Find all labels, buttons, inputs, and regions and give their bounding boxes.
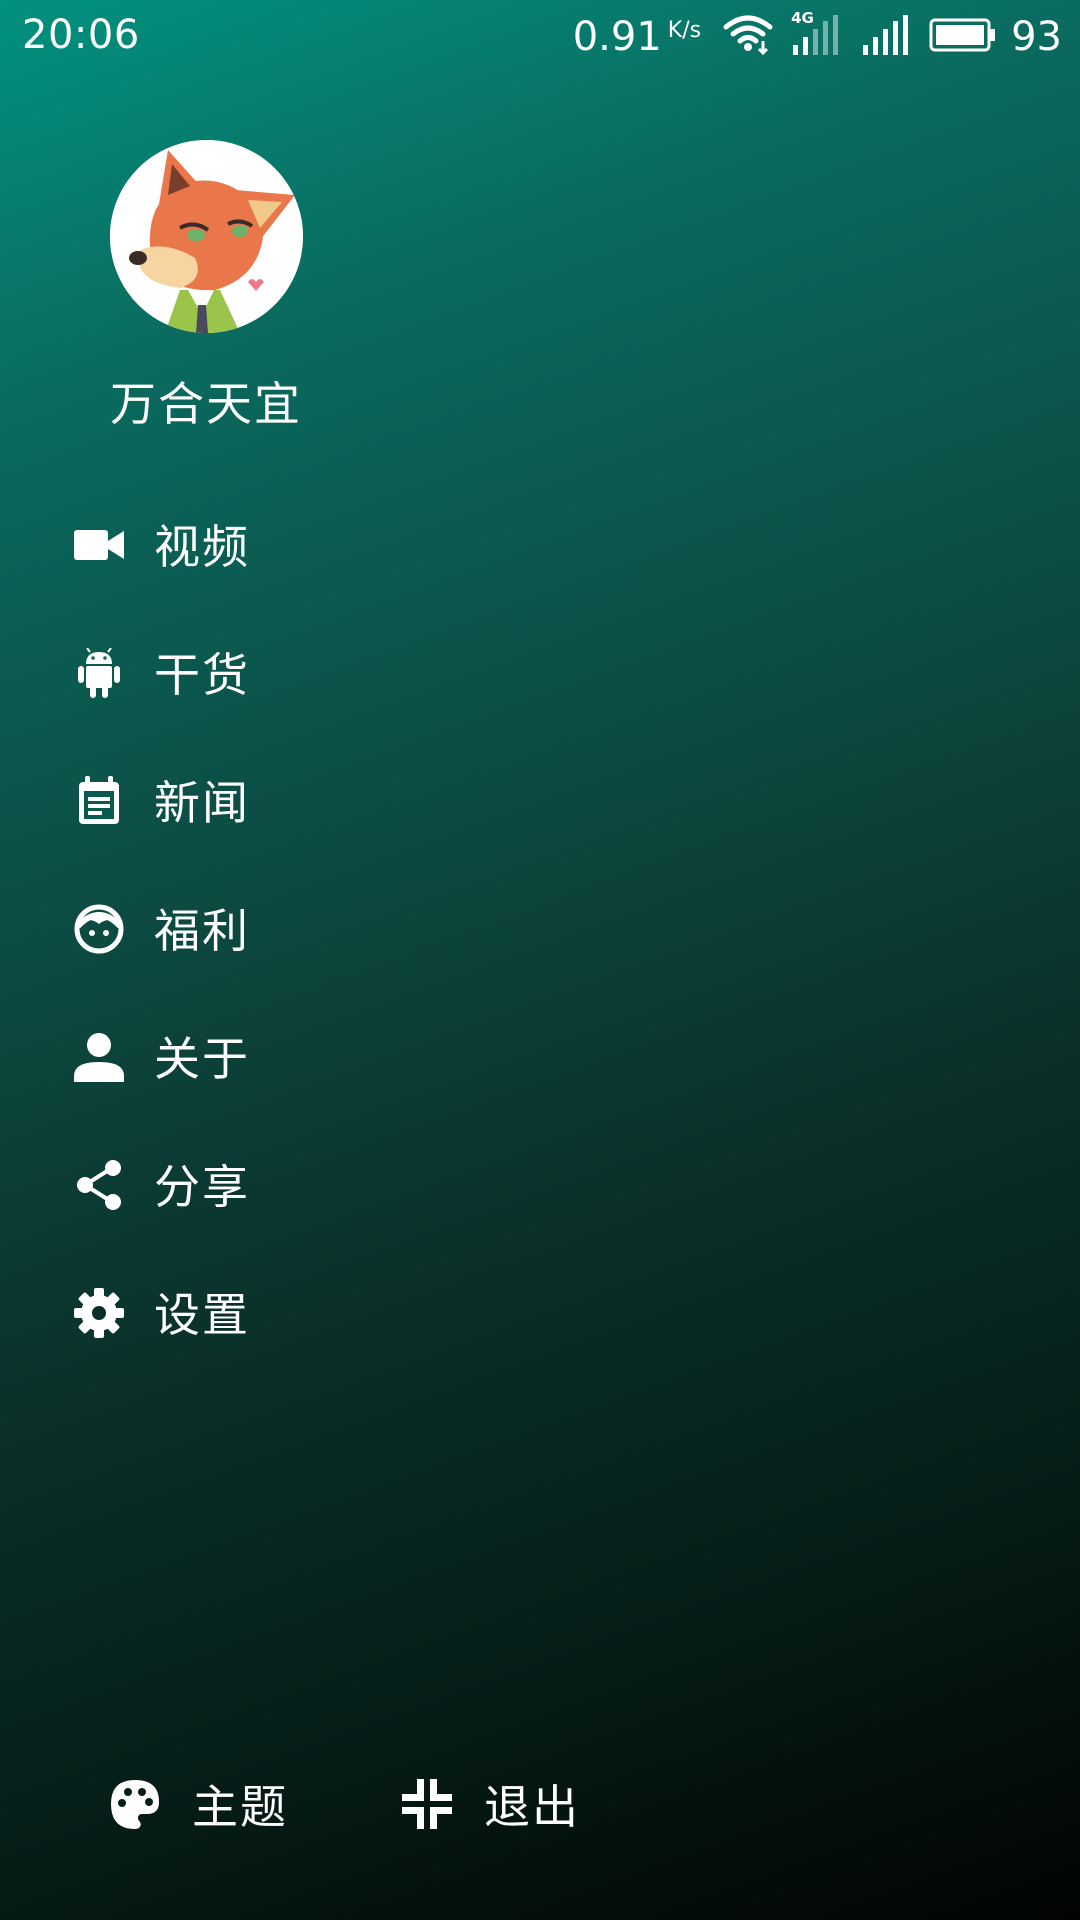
net-speed-unit: K/s — [667, 18, 702, 43]
android-icon — [74, 648, 124, 698]
status-bar: 20:06 0.91 K/s 4G 93 — [0, 0, 1080, 75]
username: 万合天宜 — [110, 377, 302, 431]
videocam-icon — [74, 520, 124, 570]
battery-level: 93 — [1011, 14, 1062, 60]
palette-icon — [108, 1777, 162, 1831]
navigation-drawer: 20:06 0.91 K/s 4G 93 万合天宜 视频 干货 新闻 福利 关于… — [0, 0, 1080, 1920]
menu-item-label: 设置 — [154, 1288, 250, 1342]
menu-item-share[interactable]: 分享 — [0, 1120, 600, 1248]
menu-item-about[interactable]: 关于 — [0, 992, 600, 1120]
network-type: 4G — [791, 9, 814, 27]
exit-label: 退出 — [484, 1780, 580, 1834]
menu-item-label: 新闻 — [154, 776, 250, 830]
menu-item-label: 视频 — [154, 520, 250, 574]
theme-label: 主题 — [192, 1780, 288, 1834]
menu-item-label: 干货 — [154, 648, 250, 702]
status-right: 0.91 K/s 4G 93 — [572, 9, 1062, 62]
menu-item-goods[interactable]: 干货 — [0, 608, 600, 736]
menu-item-welfare[interactable]: 福利 — [0, 864, 600, 992]
theme-button[interactable]: 主题 — [108, 1774, 288, 1834]
net-speed: 0.91 — [572, 14, 662, 60]
drawer-menu: 视频 干货 新闻 福利 关于 分享 设置 — [0, 480, 600, 1376]
wifi-icon — [723, 15, 773, 59]
fox-avatar — [110, 140, 303, 333]
menu-item-label: 关于 — [154, 1032, 250, 1086]
battery-icon — [929, 18, 997, 56]
avatar[interactable] — [110, 140, 303, 333]
share-icon — [74, 1160, 124, 1210]
person-icon — [74, 1032, 124, 1082]
menu-item-video[interactable]: 视频 — [0, 480, 600, 608]
menu-item-settings[interactable]: 设置 — [0, 1248, 600, 1376]
signal-icon — [861, 15, 911, 59]
exit-button[interactable]: 退出 — [400, 1774, 580, 1834]
menu-item-news[interactable]: 新闻 — [0, 736, 600, 864]
status-time: 20:06 — [22, 12, 140, 58]
gear-icon — [74, 1288, 124, 1338]
fullscreen-exit-icon — [400, 1777, 454, 1831]
calendar-note-icon — [74, 776, 124, 826]
face-icon — [74, 904, 124, 954]
signal-4g-icon: 4G — [791, 9, 843, 59]
menu-item-label: 福利 — [154, 904, 250, 958]
menu-item-label: 分享 — [154, 1160, 250, 1214]
